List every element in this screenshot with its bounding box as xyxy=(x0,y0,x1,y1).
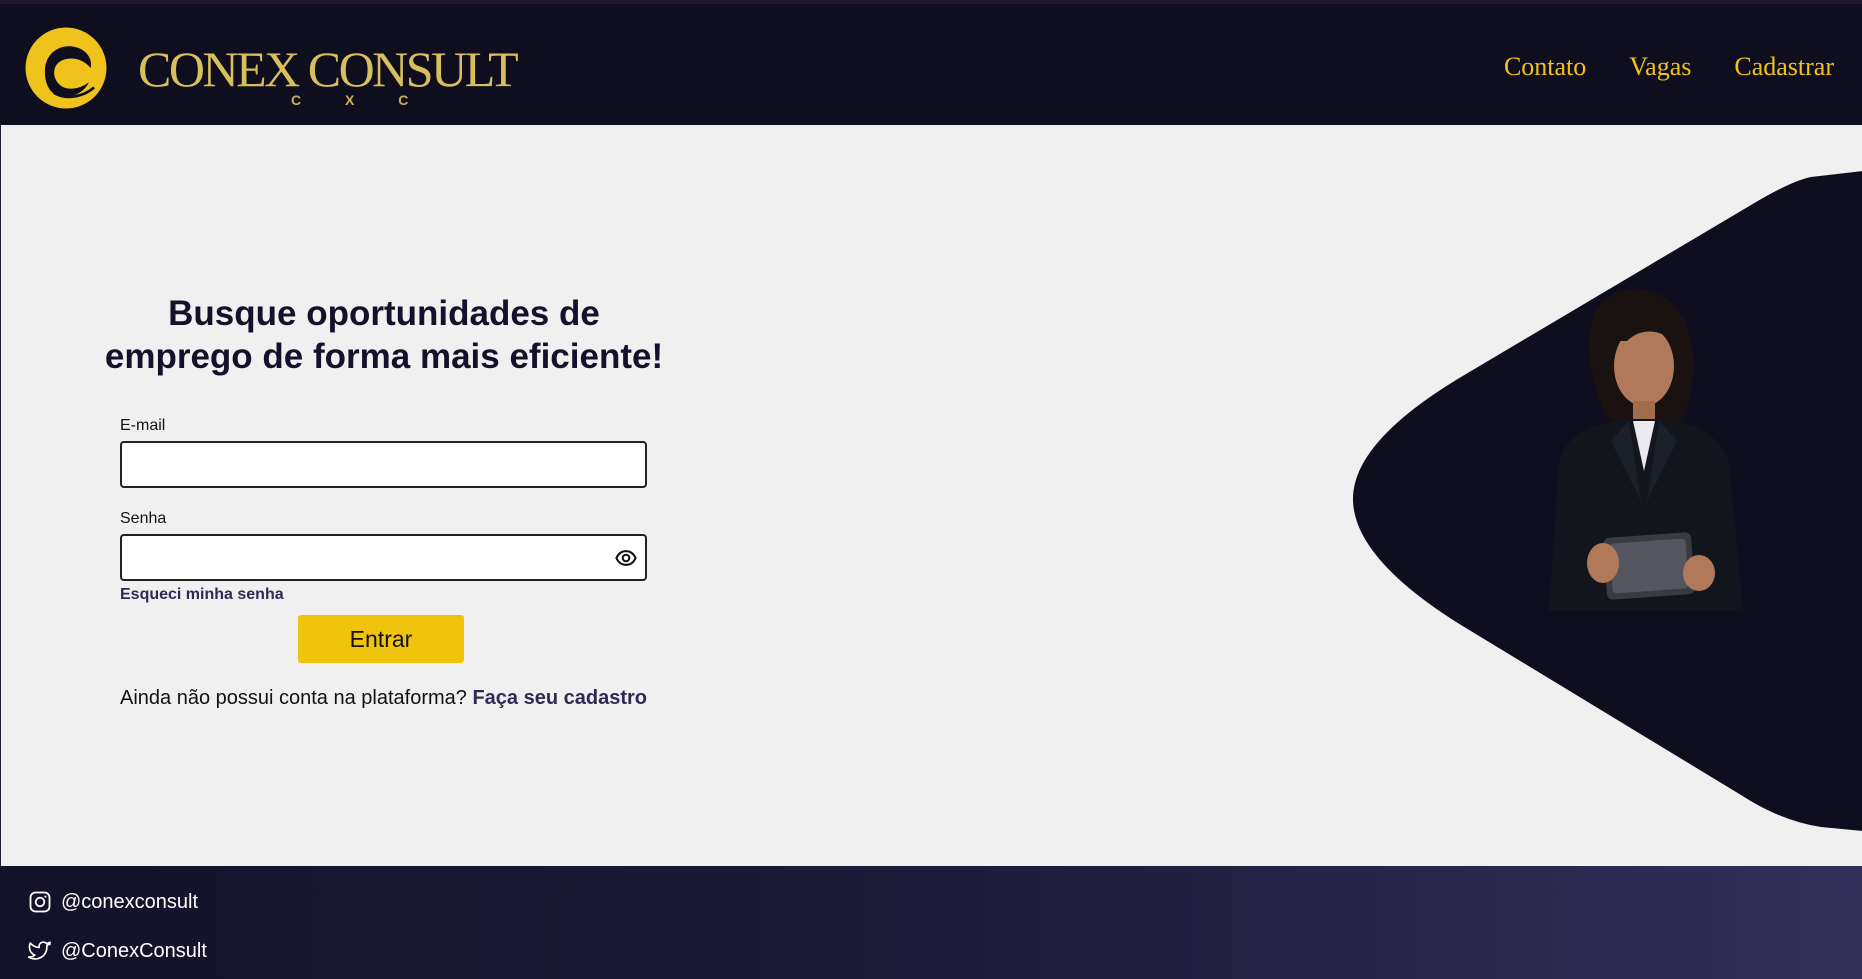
nav-cadastrar[interactable]: Cadastrar xyxy=(1734,52,1834,82)
login-button[interactable]: Entrar xyxy=(298,615,464,663)
instagram-handle: @conexconsult xyxy=(61,890,199,913)
email-input[interactable] xyxy=(120,441,647,488)
brand-subtitle: C X C xyxy=(291,92,429,108)
signup-prompt: Ainda não possui conta na plataforma? Fa… xyxy=(120,687,647,710)
forgot-password-link[interactable]: Esqueci minha senha xyxy=(120,586,647,604)
page-headline: Busque oportunidades de emprego de forma… xyxy=(81,292,687,378)
twitter-handle: @ConexConsult xyxy=(61,939,207,962)
password-input[interactable] xyxy=(120,534,647,581)
password-field-group: Senha xyxy=(120,510,647,581)
instagram-icon xyxy=(29,891,51,913)
eye-icon xyxy=(615,550,637,566)
signup-link[interactable]: Faça seu cadastro xyxy=(472,687,647,709)
brand-wordmark: CONEX CONSULT C X C xyxy=(138,30,519,108)
email-label: E-mail xyxy=(120,417,166,434)
main-nav: Contato Vagas Cadastrar xyxy=(1504,52,1834,82)
headline-line-1: Busque oportunidades de xyxy=(168,294,600,333)
login-section: Busque oportunidades de emprego de forma… xyxy=(0,125,1862,866)
brand-name: CONEX CONSULT xyxy=(138,41,519,97)
headline-line-2: emprego de forma mais eficiente! xyxy=(104,337,664,376)
email-field-group: E-mail xyxy=(120,417,647,488)
nav-contato[interactable]: Contato xyxy=(1504,52,1586,82)
login-form: E-mail Senha Esqueci minha senha Entrar … xyxy=(120,417,647,710)
brand-logo[interactable]: CONEX CONSULT C X C xyxy=(22,24,519,112)
twitter-link[interactable]: @ConexConsult xyxy=(28,939,207,963)
twitter-icon xyxy=(28,941,51,960)
conex-logo-icon xyxy=(25,27,107,109)
hero-illustration xyxy=(1352,171,1862,831)
password-label: Senha xyxy=(120,510,167,527)
nav-vagas[interactable]: Vagas xyxy=(1629,52,1691,82)
toggle-password-visibility-button[interactable] xyxy=(613,545,639,571)
signup-prompt-text: Ainda não possui conta na plataforma? xyxy=(120,687,467,709)
instagram-link[interactable]: @conexconsult xyxy=(28,890,198,914)
site-header: CONEX CONSULT C X C Contato Vagas Cadast… xyxy=(0,0,1862,125)
site-footer: @conexconsult @ConexConsult xyxy=(0,866,1862,979)
